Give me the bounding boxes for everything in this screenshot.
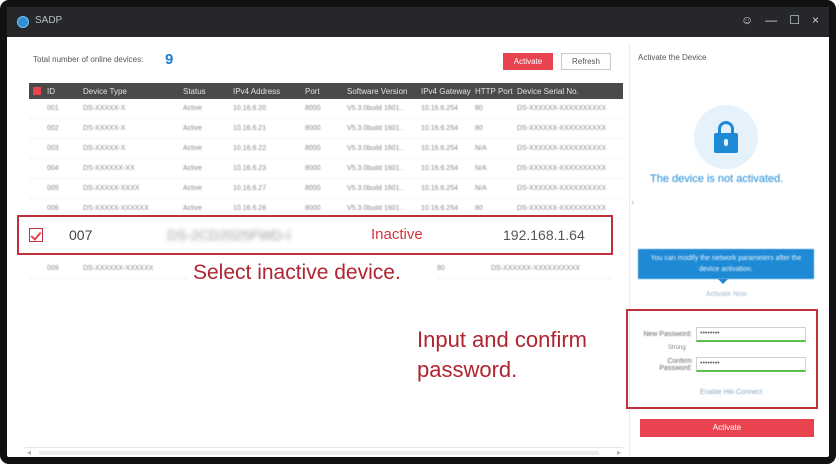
- confirm-password-input[interactable]: ••••••••: [696, 357, 806, 372]
- table-row[interactable]: 002 DS-XXXXX-X Active 10.16.6.21 8000 V5…: [29, 119, 623, 139]
- minimize-icon[interactable]: —: [765, 13, 777, 27]
- new-password-row: New Password: ••••••••: [636, 327, 806, 342]
- device-table: ID Device Type Status IPv4 Address Port …: [29, 83, 623, 219]
- selected-row-model: DS-2CD2025FWD-I: [167, 227, 291, 243]
- table-row[interactable]: 005 DS-XXXXX-XXXX Active 10.16.6.27 8000…: [29, 179, 623, 199]
- table-row-tail[interactable]: 80 DS-XXXXXX-XXXXXXXXXX: [437, 259, 613, 279]
- confirm-password-row: Confirm Password: ••••••••: [636, 357, 806, 372]
- table-row[interactable]: 003 DS-XXXXX-X Active 10.16.6.22 8000 V5…: [29, 139, 623, 159]
- selected-row-id: 007: [69, 227, 93, 243]
- refresh-button[interactable]: Refresh: [561, 53, 611, 70]
- app-window: SADP ☺ — ☐ × Total number of online devi…: [0, 0, 836, 464]
- panel-title: Activate the Device: [638, 53, 707, 62]
- activate-top-button[interactable]: Activate: [503, 53, 553, 70]
- title-bar: SADP ☺ — ☐ ×: [7, 7, 829, 37]
- activate-button[interactable]: Activate: [640, 419, 814, 437]
- select-all-checkbox-icon[interactable]: [33, 87, 41, 95]
- column-header[interactable]: HTTP Port: [475, 87, 517, 96]
- selected-row-status: Inactive: [371, 226, 423, 243]
- column-header[interactable]: Status: [183, 87, 233, 96]
- scrollbar-thumb[interactable]: [39, 451, 599, 455]
- scroll-left-icon[interactable]: ◂: [27, 448, 31, 457]
- feedback-icon[interactable]: ☺: [741, 13, 753, 27]
- column-header[interactable]: Device Serial No.: [517, 87, 613, 96]
- enable-hik-connect-checkbox[interactable]: Enable Hik-Connect: [700, 389, 762, 396]
- tip-arrow-icon: [718, 279, 728, 284]
- column-header[interactable]: Port: [305, 87, 347, 96]
- table-row[interactable]: 004 DS-XXXXXX-XX Active 10.16.6.23 8000 …: [29, 159, 623, 179]
- new-password-label: New Password:: [643, 331, 692, 338]
- column-header[interactable]: Software Version: [347, 87, 421, 96]
- scroll-right-icon[interactable]: ▸: [617, 448, 621, 457]
- column-header[interactable]: IPv4 Address: [233, 87, 305, 96]
- horizontal-scrollbar[interactable]: ◂ ▸: [25, 447, 623, 457]
- window-controls: ☺ — ☐ ×: [741, 13, 819, 27]
- close-icon[interactable]: ×: [812, 13, 819, 27]
- selected-inactive-row[interactable]: 007 DS-2CD2025FWD-I Inactive 192.168.1.6…: [17, 215, 613, 255]
- table-row[interactable]: 009 DS-XXXXXX-XXXXXX: [29, 259, 189, 279]
- column-header[interactable]: Device Type: [83, 87, 183, 96]
- column-header[interactable]: IPv4 Gateway: [421, 87, 475, 96]
- lock-icon: [694, 105, 758, 169]
- online-count-label: Total number of online devices:: [33, 55, 144, 64]
- confirm-password-label: Confirm Password:: [659, 357, 692, 372]
- column-header[interactable]: ID: [47, 87, 83, 96]
- activation-status-text: The device is not activated.: [650, 173, 784, 185]
- selected-row-ip: 192.168.1.64: [503, 227, 585, 243]
- password-annotation: Input and confirm password.: [417, 327, 587, 382]
- password-strength-label: Strong: [668, 345, 686, 351]
- maximize-icon[interactable]: ☐: [789, 13, 800, 27]
- new-password-input[interactable]: ••••••••: [696, 327, 806, 342]
- password-section: New Password: •••••••• Strong Confirm Pa…: [626, 309, 818, 409]
- activation-tip: You can modify the network parameters af…: [638, 249, 814, 279]
- activate-panel: Activate the Device The device is not ac…: [626, 43, 827, 457]
- activate-now-link[interactable]: Activate Now: [706, 291, 747, 298]
- select-device-annotation: Select inactive device.: [193, 261, 401, 284]
- window-title: SADP: [35, 15, 63, 26]
- checkbox-icon[interactable]: [29, 228, 43, 242]
- table-header: ID Device Type Status IPv4 Address Port …: [29, 83, 623, 99]
- online-count-value: 9: [165, 51, 174, 68]
- table-row[interactable]: 001 DS-XXXXX-X Active 10.16.6.20 8000 V5…: [29, 99, 623, 119]
- app-logo-icon: [17, 16, 29, 28]
